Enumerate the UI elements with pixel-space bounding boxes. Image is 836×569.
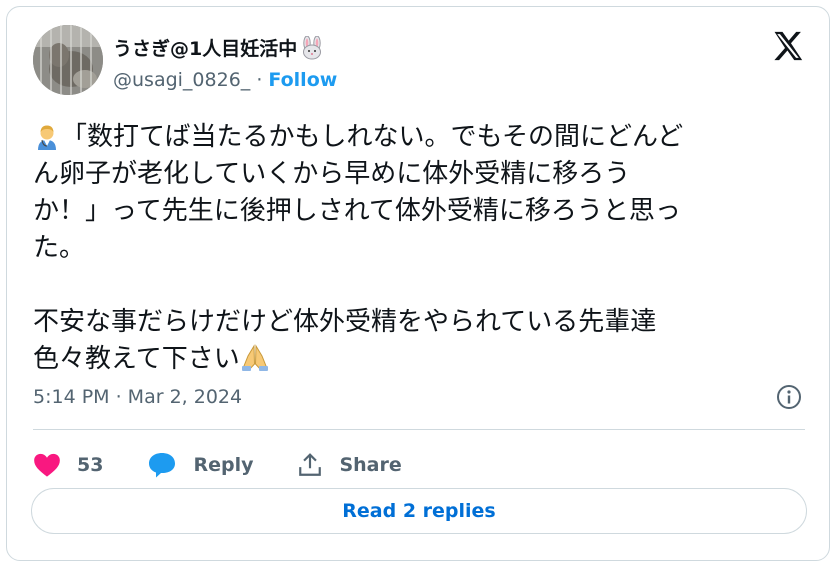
info-icon[interactable] [775,383,803,411]
share-button[interactable]: Share [297,452,402,478]
follow-link[interactable]: Follow [268,69,337,91]
speech-bubble-icon [149,453,176,478]
health-worker-icon [38,125,56,150]
like-button[interactable]: 53 [33,452,103,478]
avatar[interactable] [33,25,103,95]
paragraph-1: 「数打てば当たるかもしれない。でもその間にどんど ん卵子が老化していくから早めに… [33,119,803,267]
heart-icon [34,453,60,477]
text-line: か！」って先生に後押しされて体外受精に移ろうと思っ [33,196,681,226]
read-replies-button[interactable]: Read 2 replies [31,488,807,534]
read-replies-label: Read 2 replies [342,500,496,522]
display-name[interactable]: うさぎ@1人目妊活中 [113,34,297,61]
text-line: ん卵子が老化していくから早めに体外受精に移ろう [33,159,631,189]
reply-button[interactable]: Reply [147,451,253,479]
divider [33,429,805,430]
share-label: Share [339,454,402,476]
separator: · [250,69,269,91]
text-line: 色々教えて下さい [33,344,240,374]
timestamp[interactable]: 5:14 PM · Mar 2, 2024 [33,386,242,408]
handle-row: @usagi_0826_ · Follow [113,69,337,91]
handle[interactable]: @usagi_0826_ [113,69,250,91]
text-line: た。 [33,233,86,263]
tweet-card: うさぎ@1人目妊活中 @usagi_0826_ · Follow 「数打てば当た… [6,6,830,561]
display-name-row[interactable]: うさぎ@1人目妊活中 [113,34,325,61]
text-line: 「数打てば当たるかもしれない。でもその間にどんど [61,122,684,152]
text-line: 不安な事だらけだけど体外受精をやられている先輩達 [33,307,657,337]
tweet-text: 「数打てば当たるかもしれない。でもその間にどんど ん卵子が老化していくから早めに… [33,119,803,378]
folded-hands-icon [241,344,268,371]
paragraph-2: 不安な事だらけだけど体外受精をやられている先輩達 色々教えて下さい [33,304,803,378]
share-icon [299,453,322,476]
x-logo-icon[interactable] [771,29,805,63]
like-count: 53 [77,454,104,476]
action-bar: 53 Reply Share [33,443,446,487]
rabbit-face-icon [303,35,322,59]
avatar-photo [33,25,103,95]
reply-label: Reply [193,454,254,476]
